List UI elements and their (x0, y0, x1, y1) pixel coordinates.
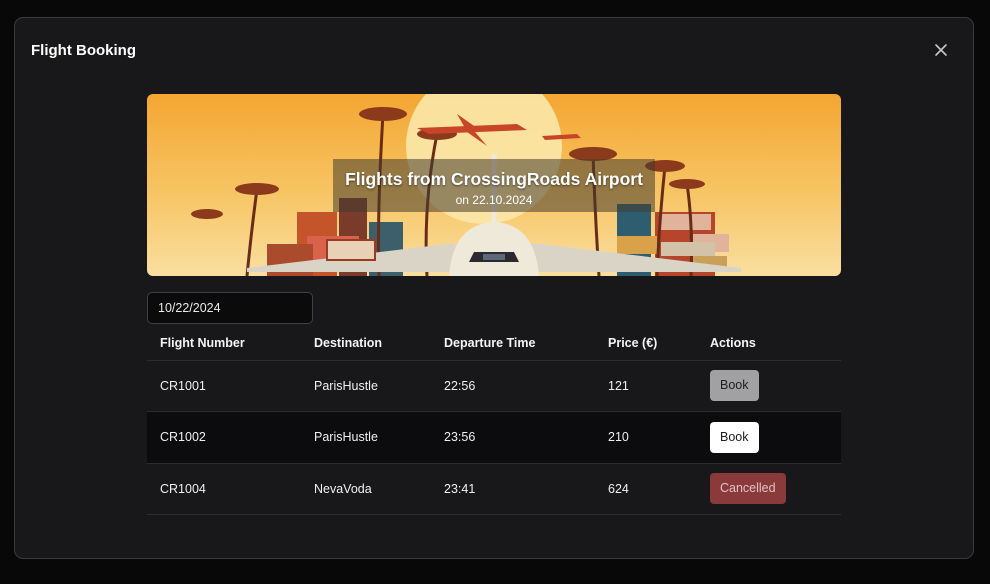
close-button[interactable] (931, 40, 951, 60)
book-button[interactable]: Book (710, 370, 759, 402)
actions-cell: Book (697, 360, 841, 412)
price-cell: 624 (595, 463, 697, 515)
table-row: CR1004 NevaVoda 23:41 624 Cancelled (147, 463, 841, 515)
departure-time-cell: 22:56 (431, 360, 595, 412)
header-departure-time: Departure Time (431, 326, 595, 361)
flights-table: Flight Number Destination Departure Time… (147, 326, 841, 515)
date-input[interactable] (147, 292, 313, 324)
destination-cell: ParisHustle (301, 360, 431, 412)
book-button[interactable]: Book (710, 421, 759, 453)
destination-cell: NevaVoda (301, 463, 431, 515)
banner-subtitle: on 22.10.2024 (455, 193, 533, 207)
actions-cell: Cancelled (697, 463, 841, 515)
banner-title: Flights from CrossingRoads Airport (345, 169, 643, 189)
flight-number-cell: CR1002 (147, 411, 301, 464)
airport-banner: Flights from CrossingRoads Airport on 22… (147, 94, 841, 276)
flight-booking-modal: Flight Booking Flights from CrossingRoad… (14, 17, 974, 559)
cancelled-button[interactable]: Cancelled (710, 473, 786, 505)
flight-number-cell: CR1001 (147, 360, 301, 412)
header-price: Price (€) (595, 326, 697, 361)
table-row: CR1001 ParisHustle 22:56 121 Book (147, 360, 841, 412)
table-header-row: Flight Number Destination Departure Time… (147, 326, 841, 361)
modal-title: Flight Booking (31, 42, 136, 59)
header-destination: Destination (301, 326, 431, 361)
flight-number-cell: CR1004 (147, 463, 301, 515)
banner-caption: Flights from CrossingRoads Airport on 22… (333, 159, 655, 212)
price-cell: 210 (595, 411, 697, 464)
table-row: CR1002 ParisHustle 23:56 210 Book (147, 411, 841, 464)
departure-time-cell: 23:56 (431, 411, 595, 464)
close-icon (935, 44, 947, 56)
departure-time-cell: 23:41 (431, 463, 595, 515)
destination-cell: ParisHustle (301, 411, 431, 464)
actions-cell: Book (697, 411, 841, 464)
header-flight-number: Flight Number (147, 326, 301, 361)
price-cell: 121 (595, 360, 697, 412)
header-actions: Actions (697, 326, 841, 361)
